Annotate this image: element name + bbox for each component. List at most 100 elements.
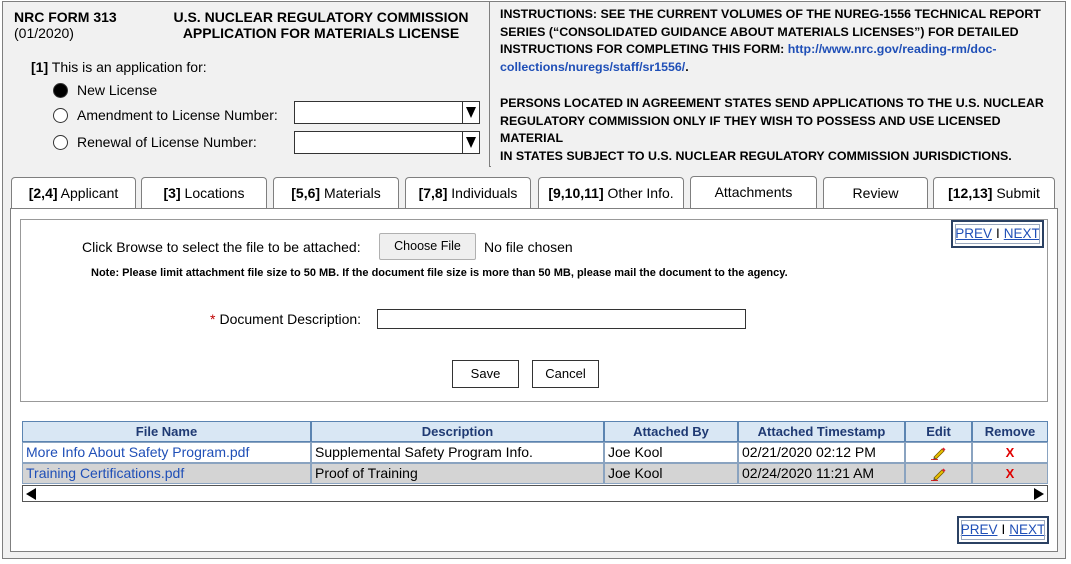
tab-individuals[interactable]: [7,8] Individuals xyxy=(405,177,531,210)
file-size-note: Note: Please limit attachment file size … xyxy=(91,267,788,279)
tab-review[interactable]: Review xyxy=(823,177,928,210)
scroll-left-icon[interactable] xyxy=(26,488,36,500)
amendment-license-number-select[interactable] xyxy=(294,101,480,124)
instructions-period: . xyxy=(685,59,689,74)
tab-label: Attachments xyxy=(714,184,793,200)
column-header[interactable]: Attached Timestamp xyxy=(738,421,905,442)
tab-applicant[interactable]: [2,4] Applicant xyxy=(11,177,136,210)
column-header[interactable]: Description xyxy=(311,421,604,442)
instructions-line: collections/nuregs/staff/sr1556/. xyxy=(500,59,1060,77)
tab-attachments[interactable]: Attachments xyxy=(690,176,817,209)
application-form: NRC FORM 313 (01/2020) U.S. NUCLEAR REGU… xyxy=(2,1,1066,559)
prev-link[interactable]: PREV xyxy=(955,226,992,241)
prev-next-bottom: PREV I NEXT xyxy=(957,516,1049,544)
next-link[interactable]: NEXT xyxy=(1004,226,1040,241)
browse-label: Click Browse to select the file to be at… xyxy=(82,239,361,255)
renewal-license-number-select[interactable] xyxy=(294,131,480,154)
tab-locations[interactable]: [3] Locations xyxy=(141,177,267,210)
prev-link[interactable]: PREV xyxy=(961,522,998,537)
remove-x-icon[interactable]: X xyxy=(1006,466,1015,481)
form-header: NRC FORM 313 (01/2020) U.S. NUCLEAR REGU… xyxy=(3,2,1065,167)
column-header[interactable]: File Name xyxy=(22,421,311,442)
agreement-line: REGULATORY COMMISSION ONLY IF THEY WISH … xyxy=(500,113,1001,146)
tab-materials[interactable]: [5,6] Materials xyxy=(273,177,399,210)
option-label: Renewal of License Number: xyxy=(77,134,257,150)
tab-other-info[interactable]: [9,10,11] Other Info. xyxy=(538,177,684,210)
option-label: New License xyxy=(77,82,158,98)
instructions-line: INSTRUCTIONS: SEE THE CURRENT VOLUMES OF… xyxy=(500,7,1041,21)
required-marker: * xyxy=(210,311,216,327)
agreement-line: PERSONS LOCATED IN AGREEMENT STATES SEND… xyxy=(500,96,1044,110)
remove-cell: X xyxy=(972,442,1048,463)
edit-pencil-icon[interactable] xyxy=(930,467,947,481)
application-type-option[interactable]: New License xyxy=(53,79,157,101)
edit-pencil-icon[interactable] xyxy=(930,446,947,460)
prev-next-top: PREV I NEXT xyxy=(951,220,1044,248)
table-row: Training Certifications.pdf Proof of Trai… xyxy=(22,463,1048,484)
timestamp-cell: 02/24/2020 11:21 AM xyxy=(738,463,905,484)
dropdown-arrow-icon[interactable] xyxy=(462,132,479,153)
file-name-link[interactable]: More Info About Safety Program.pdf xyxy=(22,442,311,463)
instructions-text-part: INSTRUCTIONS FOR COMPLETING THIS FORM: xyxy=(500,42,788,56)
form-instructions: INSTRUCTIONS: SEE THE CURRENT VOLUMES OF… xyxy=(491,2,1065,167)
question-1: [1] This is an application for: xyxy=(31,59,207,75)
attachments-panel: Click Browse to select the file to be at… xyxy=(10,208,1058,552)
tab-label: Individuals xyxy=(451,185,518,201)
agreement-line: IN STATES SUBJECT TO U.S. NUCLEAR REGULA… xyxy=(500,148,1012,163)
tab-section-number: [2,4] xyxy=(28,185,58,201)
nureg-1556-link[interactable]: http://www.nrc.gov/reading-rm/doc- xyxy=(788,42,997,56)
edit-cell xyxy=(905,463,972,484)
tab-label: Materials xyxy=(323,185,381,201)
question-text: This is an application for: xyxy=(51,59,207,75)
application-type-option[interactable]: Renewal of License Number: xyxy=(53,131,257,153)
timestamp-cell: 02/21/2020 02:12 PM xyxy=(738,442,905,463)
description-cell: Supplemental Safety Program Info. xyxy=(311,442,604,463)
nureg-1556-link-cont[interactable]: collections/nuregs/staff/sr1556/ xyxy=(500,60,685,74)
file-name-link[interactable]: Training Certifications.pdf xyxy=(22,463,311,484)
edit-cell xyxy=(905,442,972,463)
radio-selected-icon[interactable] xyxy=(53,82,68,98)
save-button[interactable]: Save xyxy=(452,360,519,388)
table-row: More Info About Safety Program.pdf Supple… xyxy=(22,442,1048,463)
dropdown-arrow-icon[interactable] xyxy=(462,102,479,123)
cancel-button[interactable]: Cancel xyxy=(532,360,599,388)
form-title: APPLICATION FOR MATERIALS LICENSE xyxy=(182,25,460,41)
remove-x-icon[interactable]: X xyxy=(1006,445,1015,460)
attached-by-cell: Joe Kool xyxy=(604,463,738,484)
upload-section: Click Browse to select the file to be at… xyxy=(20,219,1048,402)
tab-label: Review xyxy=(852,185,899,201)
table-header-row: File Name Description Attached By Attached … xyxy=(22,421,1048,442)
question-number: [1] xyxy=(31,59,49,75)
application-type-option[interactable]: Amendment to License Number: xyxy=(53,104,278,126)
next-link[interactable]: NEXT xyxy=(1009,522,1045,537)
agreement-states-text: PERSONS LOCATED IN AGREEMENT STATES SEND… xyxy=(500,95,1060,165)
column-header[interactable]: Edit xyxy=(905,421,972,442)
tab-section-number: [12,13] xyxy=(948,185,993,201)
scroll-right-icon[interactable] xyxy=(1034,488,1044,500)
radio-unselected-icon[interactable] xyxy=(53,107,68,123)
tab-submit[interactable]: [12,13] Submit xyxy=(933,177,1055,210)
description-cell: Proof of Training xyxy=(311,463,604,484)
tab-label: Applicant xyxy=(60,185,119,201)
option-label: Amendment to License Number: xyxy=(77,107,278,123)
form-header-left: NRC FORM 313 (01/2020) U.S. NUCLEAR REGU… xyxy=(3,2,490,167)
document-description-label: * Document Description: xyxy=(210,311,361,327)
nav-separator: I xyxy=(995,226,1000,241)
tab-label: Other Info. xyxy=(607,185,674,201)
horizontal-scrollbar[interactable] xyxy=(22,485,1048,502)
no-file-chosen-text: No file chosen xyxy=(484,239,573,255)
form-number: NRC FORM 313 xyxy=(14,9,117,25)
document-description-input[interactable] xyxy=(377,309,746,329)
choose-file-button[interactable]: Choose File xyxy=(379,233,476,260)
document-description-label-text: Document Description: xyxy=(219,311,362,327)
tab-section-number: [5,6] xyxy=(291,185,321,201)
nav-separator: I xyxy=(1001,522,1006,537)
column-header[interactable]: Remove xyxy=(972,421,1048,442)
instructions-line: INSTRUCTIONS FOR COMPLETING THIS FORM: h… xyxy=(500,41,1060,59)
tab-section-number: [7,8] xyxy=(418,185,448,201)
agency-title: U.S. NUCLEAR REGULATORY COMMISSION APPLI… xyxy=(161,9,481,41)
tab-label: Submit xyxy=(996,185,1040,201)
radio-unselected-icon[interactable] xyxy=(53,134,68,150)
instructions-line: SERIES (“CONSOLIDATED GUIDANCE ABOUT MAT… xyxy=(500,24,1019,39)
column-header[interactable]: Attached By xyxy=(604,421,738,442)
